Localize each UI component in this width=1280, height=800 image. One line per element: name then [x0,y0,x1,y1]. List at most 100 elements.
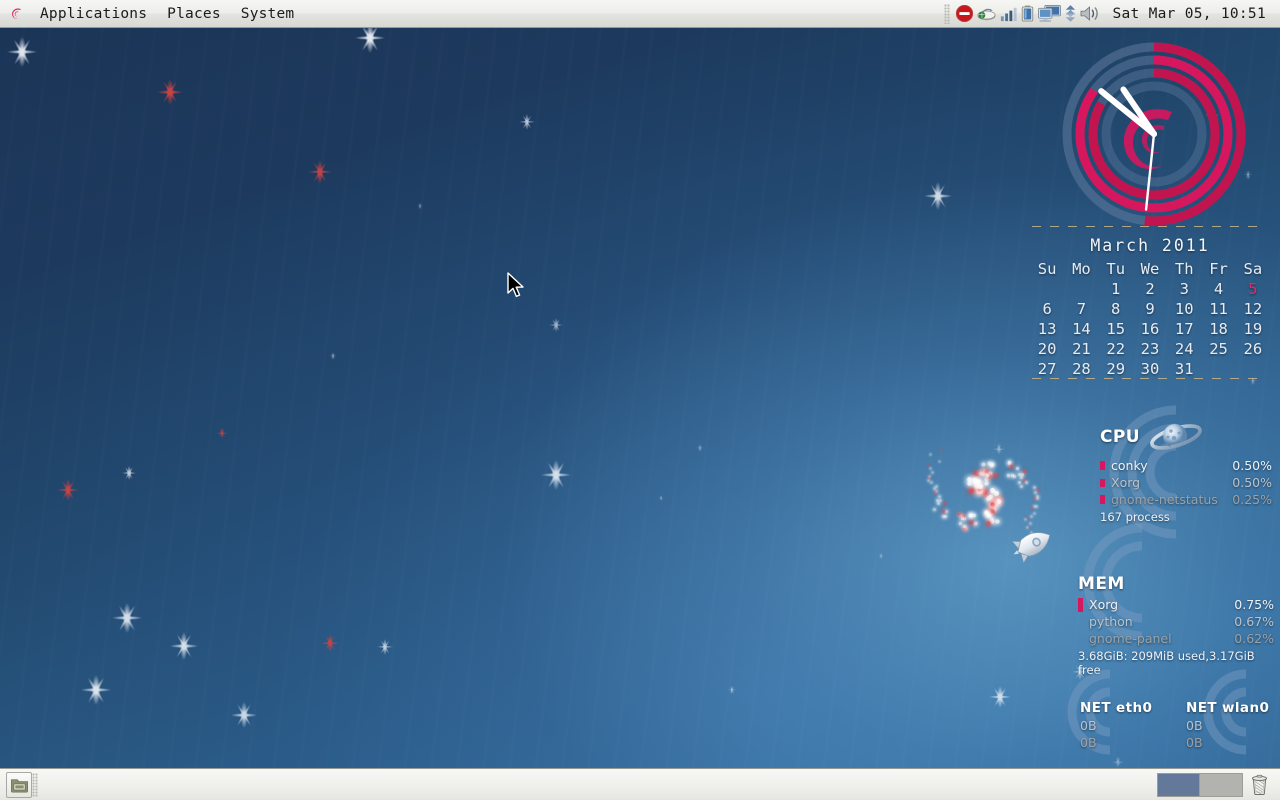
desktop-background[interactable] [0,0,1280,800]
star-decoration [1248,376,1258,386]
no-entry-icon[interactable] [955,4,974,23]
galaxy-star [1032,485,1036,489]
galaxy-star [1022,470,1026,474]
galaxy-star [1015,466,1019,470]
system-tray[interactable]: Sat Mar 05, 10:51 [944,3,1280,24]
star-decoration [727,685,737,695]
galaxy-star [1024,518,1027,521]
star-decoration [231,702,257,728]
galaxy-star [943,502,946,506]
galaxy-star [939,449,942,452]
galaxy-star [932,487,936,490]
star-decoration [1112,756,1124,768]
galaxy-star [957,512,962,516]
galaxy-star [1006,473,1011,477]
galaxy-star [929,467,932,470]
galaxy-star [1031,507,1034,510]
galaxy-star [929,453,932,456]
star-decoration [549,318,563,332]
workspace-switcher[interactable] [1157,772,1243,797]
galaxy-star [938,460,941,462]
mouse-pointer [506,272,526,300]
show-desktop-icon[interactable] [6,771,32,798]
galaxy-star [981,462,986,467]
galaxy-star [930,481,933,484]
top-panel[interactable]: Applications Places System Sat Mar 05, 1… [0,0,1280,28]
galaxy-star [1035,504,1038,508]
galaxy-star [993,474,998,478]
wallpaper-streaks [0,0,1280,800]
star-decoration [170,632,198,660]
star-decoration [112,603,142,633]
galaxy-star [933,491,937,494]
galaxy-star [989,463,993,468]
star-decoration [321,634,339,652]
galaxy-star [937,494,941,498]
galaxy-star [984,481,989,486]
menu-system[interactable]: System [232,3,304,25]
star-decoration [416,202,424,210]
star-decoration [989,686,1011,708]
star-decoration [1072,664,1088,680]
bottom-panel-right[interactable] [1157,772,1276,797]
star-decoration [329,352,337,360]
workspace-1[interactable] [1158,773,1200,796]
star-decoration [57,479,79,501]
star-decoration [216,427,228,439]
bottom-panel-grip[interactable] [32,772,38,797]
galaxy-star [1010,464,1014,468]
galaxy-star [1033,491,1037,494]
galaxy-star [928,475,931,478]
updown-arrows-icon[interactable] [1064,4,1077,23]
galaxy-star [968,513,973,518]
galaxy-star [944,509,948,513]
galaxy-star [1018,481,1021,485]
galaxy-star [958,522,962,526]
panel-clock[interactable]: Sat Mar 05, 10:51 [1104,6,1272,22]
star-decoration [308,160,332,184]
signal-strength-icon[interactable] [999,4,1018,23]
galaxy-star [967,481,972,487]
galaxy-star [986,521,991,526]
galaxy-star [993,491,999,497]
star-decoration [7,37,37,67]
galaxy-star [982,490,988,496]
galaxy-star [989,517,994,522]
galaxy-star [969,488,975,494]
volume-speaker-icon[interactable] [1079,4,1102,23]
menu-applications[interactable]: Applications [31,3,156,25]
star-decoration [377,639,393,655]
galaxy-star [1036,497,1039,500]
network-modem-icon[interactable] [976,4,997,23]
galaxy-star [984,469,989,473]
galaxy-star [1020,485,1023,489]
galaxy-star [927,479,930,482]
galaxy-star [1025,481,1029,485]
star-decoration [122,466,136,480]
galaxy-star [973,521,978,526]
debian-swirl-logo[interactable] [8,5,26,23]
galaxy-star [1026,517,1029,520]
galaxy-star [938,498,942,502]
galaxy-star [927,464,930,467]
galaxy-star [973,513,977,517]
tray-grip-handle[interactable] [944,3,951,24]
galaxy-star [1013,474,1017,479]
display-monitor-icon[interactable] [1037,4,1062,23]
bottom-panel[interactable] [0,768,1280,800]
trash-can-icon[interactable] [1249,773,1270,796]
galaxy-star [995,519,1000,524]
battery-icon[interactable] [1020,4,1035,23]
menu-places[interactable]: Places [158,3,230,25]
galaxy-star [973,479,979,484]
star-decoration [157,79,183,105]
galaxy-star [941,514,945,518]
star-decoration [877,552,885,560]
star-decoration [1243,170,1253,180]
workspace-2[interactable] [1200,773,1242,796]
star-decoration [1205,108,1219,122]
galaxy-star [990,509,995,514]
galaxy-star [936,502,940,506]
galaxy-star [985,496,991,502]
star-decoration [81,675,111,705]
